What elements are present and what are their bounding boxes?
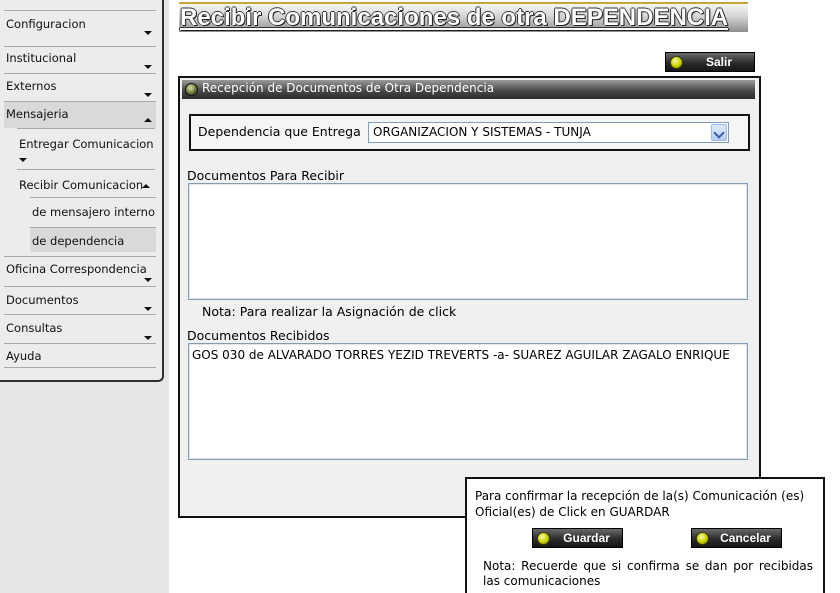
menu-item-documentos[interactable]: Documentos (4, 286, 156, 314)
menu-item-label: Institucional (6, 51, 77, 65)
menu-item-entregar-comunicacion[interactable]: Entregar Comunicacion (17, 128, 155, 169)
menu-item-label: Configuracion (6, 17, 86, 31)
dependency-box: Dependencia que Entrega ORGANIZACION Y S… (189, 114, 750, 151)
menu-item-label: Oficina Correspondencia (6, 262, 147, 276)
menu-item-externos[interactable]: Externos (4, 73, 156, 101)
menu-item-label: de mensajero interno (32, 205, 155, 219)
chevron-down-icon (144, 65, 152, 69)
menu-item-recibir-comunicacion[interactable]: Recibir Comunicacion (17, 169, 155, 197)
list-item[interactable]: GOS 030 de ALVARADO TORRES YEZID TREVERT… (189, 344, 747, 362)
menu-item-label: Mensajeria (6, 107, 69, 121)
save-button[interactable]: Guardar (532, 528, 623, 548)
to-receive-listbox[interactable] (188, 183, 748, 300)
chevron-down-icon (144, 307, 152, 311)
menu-item-label: Consultas (6, 321, 63, 335)
chevron-down-icon (144, 93, 152, 97)
exit-button[interactable]: Salir (665, 52, 755, 72)
to-receive-label: Documentos Para Recibir (187, 168, 345, 183)
menu-item-oficina-correspondencia[interactable]: Oficina Correspondencia (4, 256, 156, 286)
menu-item-consultas[interactable]: Consultas (4, 314, 156, 343)
page-title: Recibir Comunicaciones de otra DEPENDENC… (179, 2, 748, 32)
received-listbox[interactable]: GOS 030 de ALVARADO TORRES YEZID TREVERT… (188, 343, 748, 460)
dependency-label: Dependencia que Entrega (198, 124, 361, 139)
panel-header: Recepción de Documentos de Otra Dependen… (182, 80, 755, 99)
confirm-dialog: Para confirmar la recepción de la(s) Com… (465, 477, 825, 593)
chevron-down-icon (144, 31, 152, 35)
received-label: Documentos Recibidos (187, 328, 330, 343)
menu-item-label: Recibir Comunicacion (19, 178, 144, 192)
chevron-down-icon (144, 278, 152, 282)
exit-button-label: Salir (705, 55, 732, 69)
menu-item-label: Ayuda (6, 349, 42, 363)
cancel-button-label: Cancelar (720, 531, 771, 545)
confirm-text: Para confirmar la recepción de la(s) Com… (475, 489, 805, 519)
cancel-button[interactable]: Cancelar (691, 528, 782, 548)
chevron-up-icon (144, 118, 152, 122)
chevron-down-icon (144, 336, 152, 340)
chevron-down-icon (19, 158, 27, 162)
reception-panel: Recepción de Documentos de Otra Dependen… (178, 76, 761, 518)
dependency-select[interactable]: ORGANIZACION Y SISTEMAS - TUNJA (368, 122, 729, 143)
panel-header-icon (185, 83, 198, 96)
chevron-down-icon[interactable] (711, 124, 727, 141)
menu-item-mensajeria[interactable]: Mensajeria (4, 101, 156, 128)
menu-item-label: Externos (6, 79, 57, 93)
save-button-label: Guardar (563, 531, 610, 545)
panel-header-title: Recepción de Documentos de Otra Dependen… (202, 81, 495, 95)
menu-item-de-dependencia[interactable]: de dependencia (30, 227, 156, 252)
sidebar-menu: Configuracion Institucional Externos Men… (0, 0, 164, 382)
menu-item-de-mensajero-interno[interactable]: de mensajero interno (30, 197, 156, 227)
assignment-note: Nota: Para realizar la Asignación de cli… (202, 304, 457, 319)
menu-item-label: Documentos (6, 293, 79, 307)
menu-item-configuracion[interactable]: Configuracion (4, 10, 156, 38)
menu-item-label: de dependencia (32, 234, 125, 248)
dependency-selected-value: ORGANIZACION Y SISTEMAS - TUNJA (373, 125, 591, 139)
chevron-up-icon (142, 184, 150, 188)
menu-item-label: Entregar Comunicacion (19, 137, 154, 151)
menu-item-ayuda[interactable]: Ayuda (4, 343, 156, 368)
confirm-note: Nota: Recuerde que si confirma se dan po… (483, 559, 813, 588)
menu-item-institucional[interactable]: Institucional (4, 46, 156, 73)
